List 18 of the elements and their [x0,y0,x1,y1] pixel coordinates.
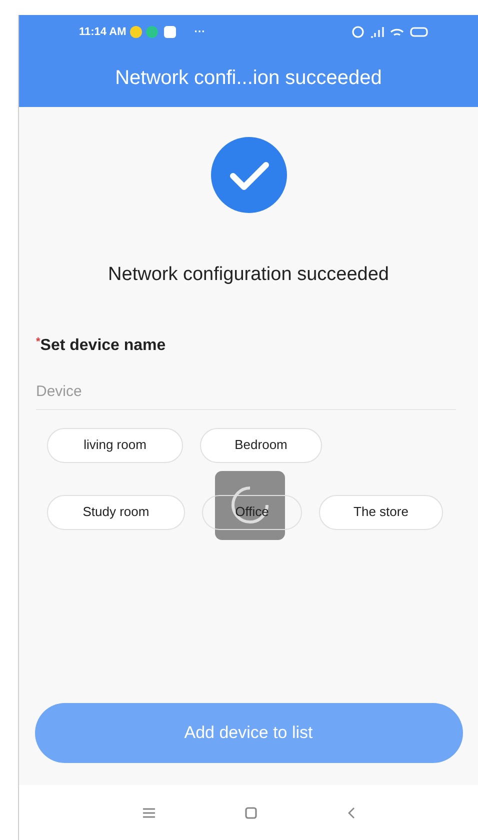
room-chip[interactable]: Bedroom [200,428,322,462]
success-check-icon [210,137,286,213]
room-chip[interactable]: Study room [47,494,185,530]
success-message: Network configuration succeeded [108,263,389,287]
wifi-icon [390,28,404,36]
device-name-field[interactable]: Device [36,374,456,410]
back-icon[interactable] [346,806,354,818]
status-time: 11:14 AM [79,24,126,40]
menu-icon[interactable] [142,808,154,818]
screen-title: Network confi...ion succeeded [115,66,382,91]
home-icon[interactable] [244,806,256,818]
room-chip[interactable]: The store [319,494,443,530]
more-notifications: ··· [194,24,206,40]
field-label: *Set device name [36,334,166,356]
battery-icon [410,27,428,37]
alarm-icon [352,26,364,38]
room-chip[interactable]: living room [47,428,183,462]
signal-icon [370,26,384,38]
